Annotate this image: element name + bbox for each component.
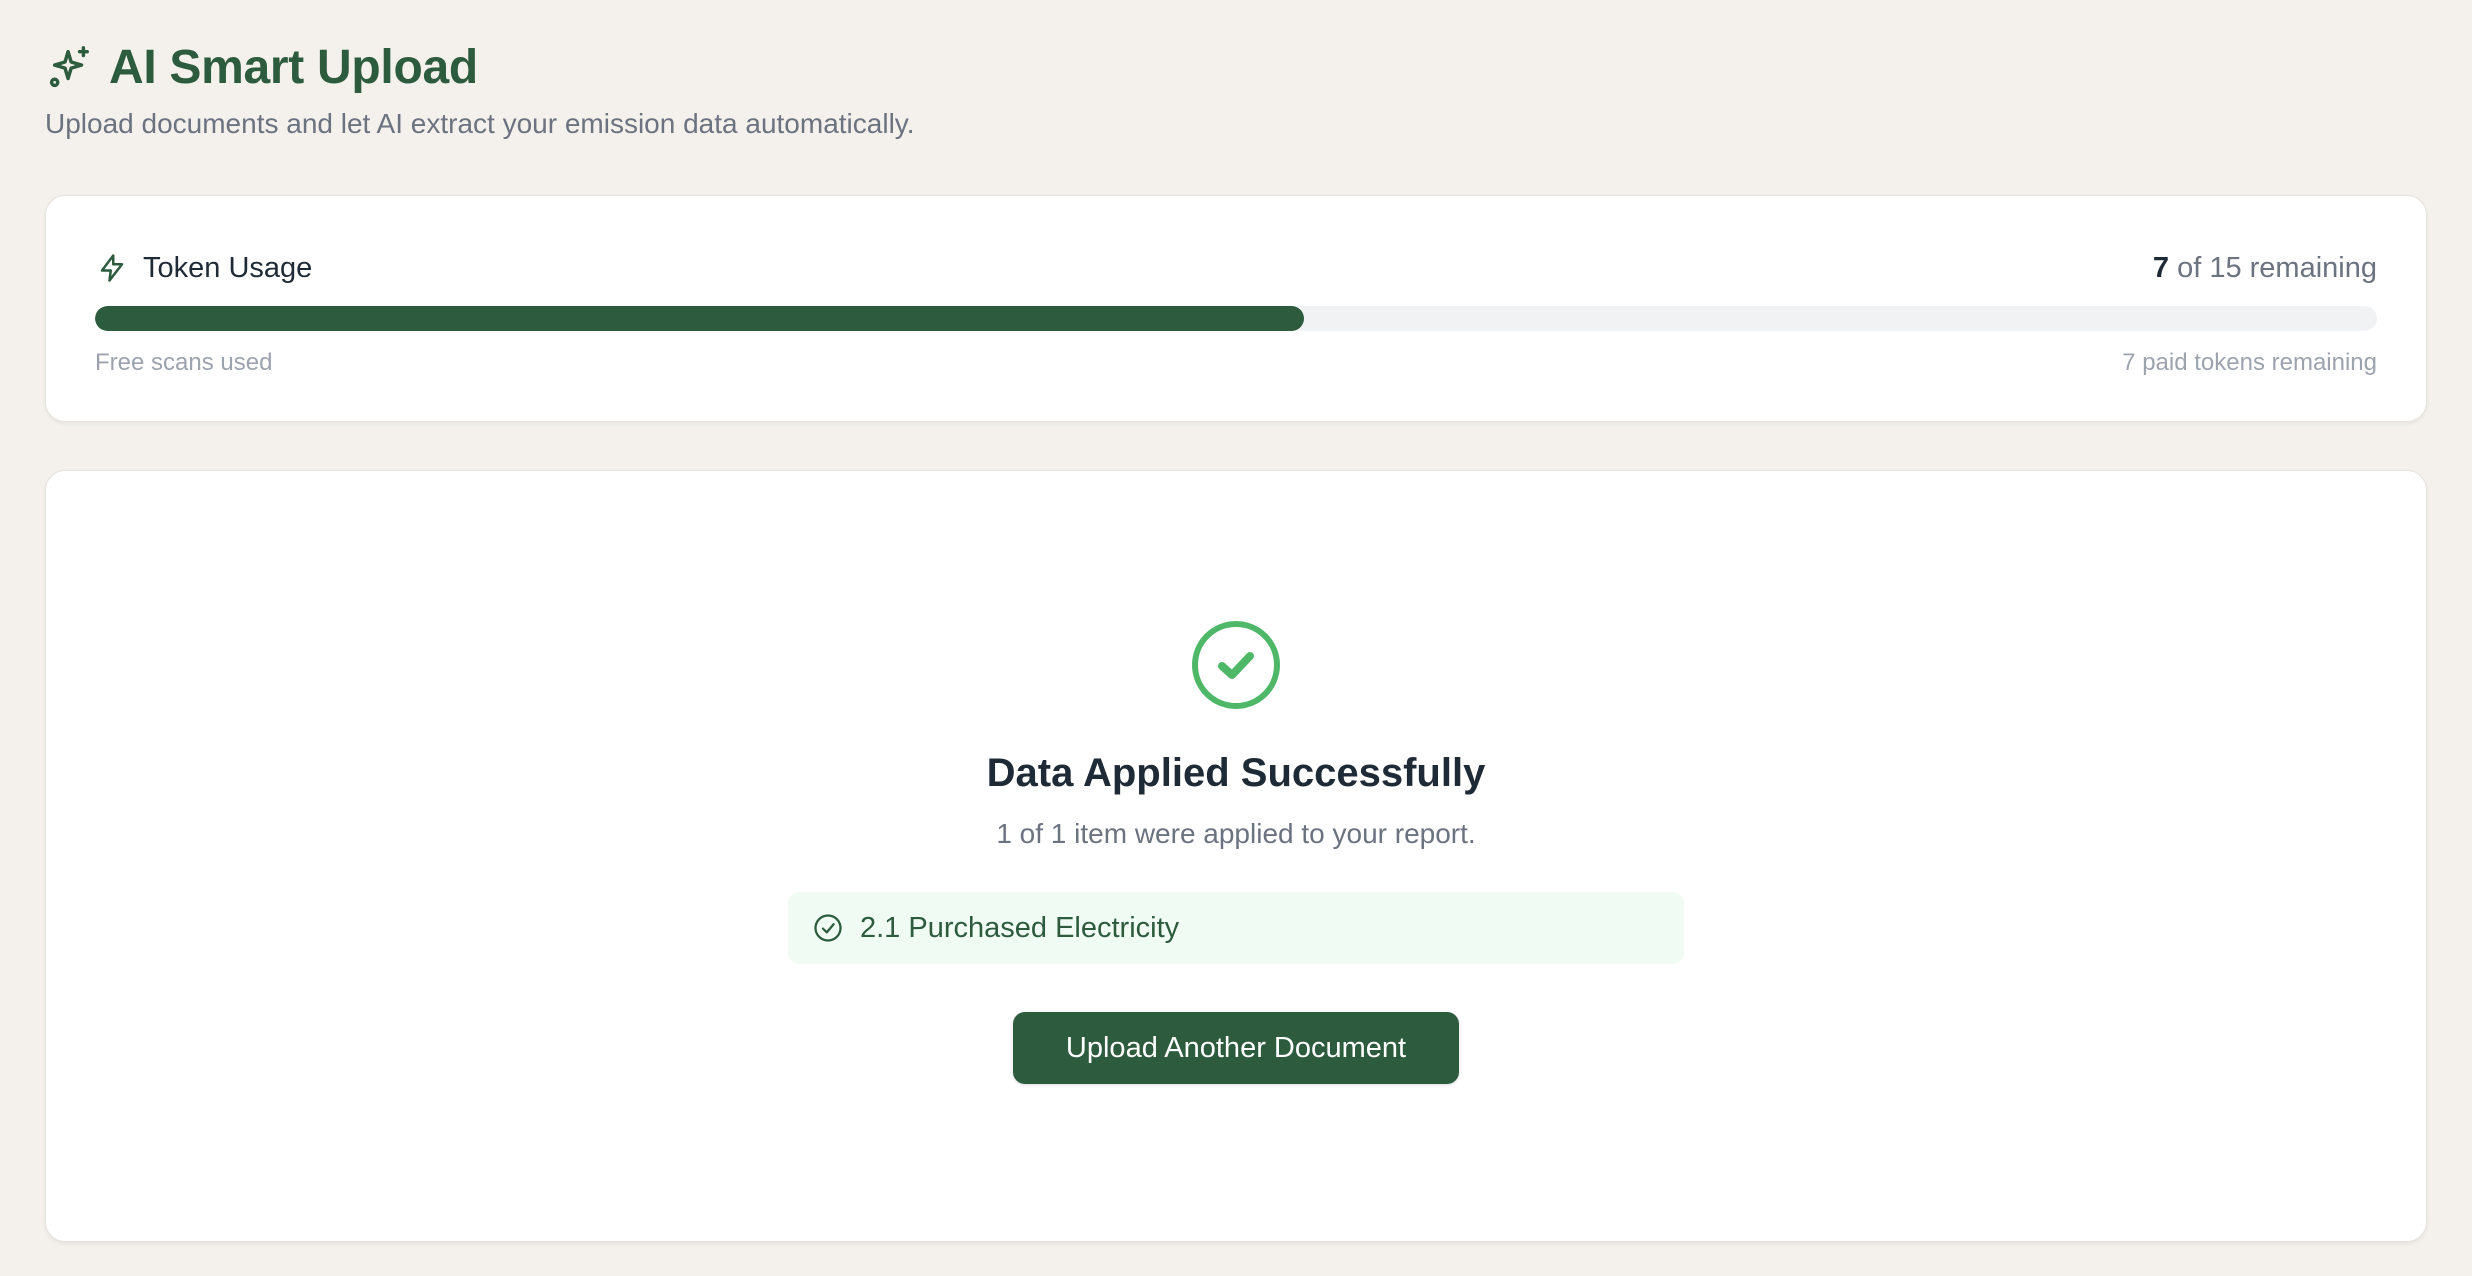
page: AI Smart Upload Upload documents and let… [0,0,2472,1276]
result-subtitle: 1 of 1 item were applied to your report. [996,818,1476,849]
sparkles-icon [45,42,95,92]
upload-another-document-button[interactable]: Upload Another Document [1013,1012,1459,1084]
check-circle-small-icon [812,912,844,944]
token-usage-header: Token Usage 7 of 15 remaining [95,248,2377,288]
page-title: AI Smart Upload [109,40,478,94]
result-title: Data Applied Successfully [986,751,1486,795]
check-circle-icon [1192,621,1280,709]
result-card: Data Applied Successfully 1 of 1 item we… [45,470,2427,1242]
token-progress-fill [95,306,1305,331]
lightning-bolt-icon [95,251,129,285]
title-row: AI Smart Upload [45,38,2427,96]
free-scans-caption: Free scans used [95,349,273,376]
token-progress-bar [95,306,2377,331]
token-used-number: 7 [2152,251,2170,284]
applied-item-label: 2.1 Purchased Electricity [860,911,1180,944]
page-header: AI Smart Upload Upload documents and let… [45,0,2427,140]
token-usage-title: Token Usage [95,251,312,285]
token-usage-label: Token Usage [143,251,313,284]
token-usage-captions: Free scans used 7 paid tokens remaining [95,349,2377,377]
paid-tokens-caption: 7 paid tokens remaining [2122,349,2377,376]
token-remaining-text: of 15 remaining [2169,251,2377,284]
page-subtitle: Upload documents and let AI extract your… [45,108,915,139]
applied-item: 2.1 Purchased Electricity [788,892,1684,964]
token-usage-card: Token Usage 7 of 15 remaining Free scans… [45,195,2427,422]
token-remaining-count: 7 of 15 remaining [2153,252,2377,285]
